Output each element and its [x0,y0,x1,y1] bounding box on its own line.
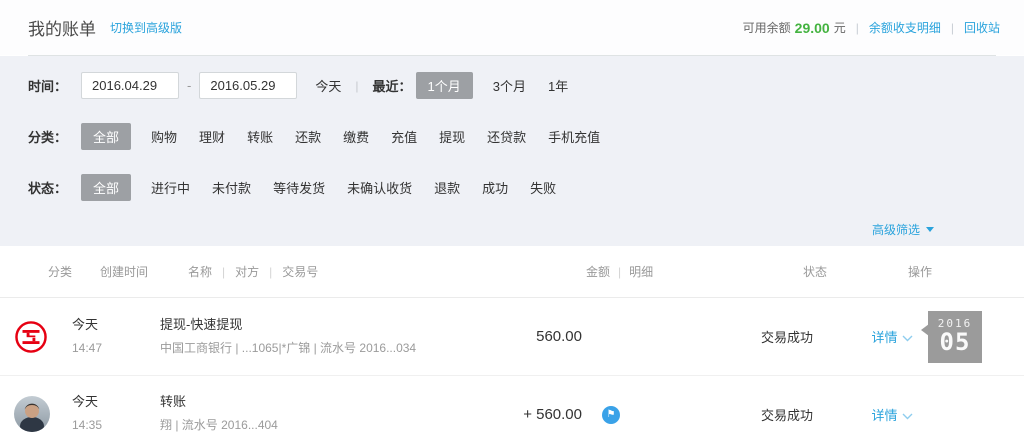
txn-title: 转账 [160,394,187,410]
amount-cell: + 560.00 [523,405,582,423]
created-date: 今天 [72,394,99,410]
switch-to-advanced-link[interactable]: 切换到高级版 [110,19,182,36]
status-cell: 交易成功 [760,330,813,345]
detail-button[interactable]: 详情 [862,327,922,346]
detail-label: 详情 [871,407,898,423]
balance-flag-icon: ⚑ [602,406,620,424]
page-title: 我的账单 [28,20,96,39]
created-cell: 今天 14:47 [72,317,160,356]
range-option-3month[interactable]: 3个月 [491,72,528,99]
status-option[interactable]: 进行中 [149,174,192,201]
detail-button[interactable]: 详情 [862,405,922,424]
col-created: 创建时间 [100,265,149,279]
status-option[interactable]: 成功 [480,174,510,201]
badge-year: 2016 [937,316,973,330]
table-row: 今天 14:47 提现-快速提现 中国工商银行 | ...1065|*广锦 | … [0,298,1024,375]
category-option[interactable]: 手机充值 [546,123,602,150]
user-avatar [0,396,72,432]
divider: | [855,20,859,35]
page-header: 我的账单 切换到高级版 可用余额 29.00 元 | 余额收支明细 | 回收站 [0,0,1024,55]
chevron-down-icon [902,335,912,342]
category-option[interactable]: 转账 [245,123,275,150]
divider: | [269,265,273,279]
date-from-input[interactable] [81,72,180,99]
col-amount: 金额 [585,265,610,279]
status-filter-row: 状态： 全部 进行中 未付款 等待发货 未确认收货 退款 成功 失败 [28,174,996,201]
chevron-down-icon [902,413,912,420]
range-option-1month[interactable]: 1个月 [415,72,473,99]
badge-month: 05 [939,327,971,356]
col-status: 状态 [802,265,827,279]
header-balance-area: 可用余额 29.00 元 | 余额收支明细 | 回收站 [743,19,1000,36]
divider: | [950,20,954,35]
col-action: 操作 [907,265,932,279]
divider: | [618,264,622,279]
status-option[interactable]: 等待发货 [271,174,327,201]
balance-detail-link[interactable]: 余额收支明细 [869,19,941,36]
category-option[interactable]: 缴费 [341,123,371,150]
name-cell: 转账 翔 | 流水号 2016...404 [160,394,460,433]
today-button[interactable]: 今天 [315,76,341,95]
advanced-filter-label: 高级筛选 [871,223,920,237]
range-option-1year[interactable]: 1年 [546,72,570,99]
chevron-down-icon [926,227,934,232]
table-row: 今天 14:35 转账 翔 | 流水号 2016...404 + 560.00 … [0,375,1024,447]
advanced-filter-button[interactable]: 高级筛选 [872,221,934,238]
time-label: 时间： [28,79,68,94]
category-option[interactable]: 购物 [149,123,179,150]
created-time: 14:35 [72,418,103,433]
detail-label: 详情 [871,330,898,345]
status-option[interactable]: 退款 [432,174,462,201]
category-option[interactable]: 充值 [389,123,419,150]
balance-unit: 元 [833,21,846,35]
created-time: 14:47 [72,340,103,355]
bill-table: 分类 创建时间 名称|对方|交易号 金额 | 明细 状态 操作 今天 1 [0,246,1024,447]
category-options: 全部 购物 理财 转账 还款 缴费 充值 提现 还贷款 手机充值 [81,123,602,150]
time-filter-row: 时间： - 今天 | 最近： 1个月 3个月 1年 [28,72,996,99]
status-option[interactable]: 未付款 [210,174,253,201]
status-cell: 交易成功 [760,407,813,423]
balance-label: 可用余额 [742,21,791,35]
category-option[interactable]: 提现 [437,123,467,150]
status-option[interactable]: 全部 [81,174,132,201]
txn-subtitle: 翔 | 流水号 2016...404 [160,418,278,433]
date-range-dash: - [187,78,192,93]
txn-title: 提现-快速提现 [160,316,243,332]
table-header-row: 分类 创建时间 名称 | 对方 | 交易号 金额 | 明细 状态 操作 [0,246,1024,298]
col-name: 名称 [188,265,213,279]
created-date: 今天 [72,316,99,332]
detail-cell: ⚑ [588,404,712,424]
icbc-bank-icon [0,320,72,354]
status-option[interactable]: 未确认收货 [345,174,414,201]
balance-value: 29.00 [794,19,830,36]
date-to-input[interactable] [199,72,298,99]
col-name-party-txn: 名称 | 对方 | 交易号 [188,263,488,280]
category-filter-row: 分类： 全部 购物 理财 转账 还款 缴费 充值 提现 还贷款 手机充值 [28,123,996,150]
col-detail: | 明细 [616,263,740,280]
divider: | [355,78,359,93]
filter-section: 时间： - 今天 | 最近： 1个月 3个月 1年 分类： 全部 购物 理财 转… [0,56,1024,246]
col-category: 分类 [48,265,73,279]
status-options: 全部 进行中 未付款 等待发货 未确认收货 退款 成功 失败 [81,174,558,201]
amount-cell: 560.00 [536,328,582,345]
category-label: 分类： [28,130,68,145]
range-options: 1个月 3个月 1年 [415,72,571,99]
divider: | [222,265,226,279]
recent-label: 最近： [372,79,412,94]
recycle-bin-link[interactable]: 回收站 [964,19,1000,36]
category-option[interactable]: 还款 [293,123,323,150]
month-badge: 2016 05 [921,310,982,363]
col-detail-label: 明细 [629,265,654,279]
col-counterparty: 对方 [235,265,260,279]
category-option[interactable]: 还贷款 [485,123,528,150]
name-cell: 提现-快速提现 中国工商银行 | ...1065|*广锦 | 流水号 2016.… [160,317,460,356]
category-option[interactable]: 全部 [81,123,132,150]
category-option[interactable]: 理财 [197,123,227,150]
col-txn: 交易号 [282,265,319,279]
status-option[interactable]: 失败 [528,174,558,201]
month-badge-cell: 2016 05 [921,310,1024,363]
txn-subtitle: 中国工商银行 | ...1065|*广锦 | 流水号 2016...034 [160,340,417,355]
created-cell: 今天 14:35 [72,394,160,433]
status-label: 状态： [28,181,68,196]
